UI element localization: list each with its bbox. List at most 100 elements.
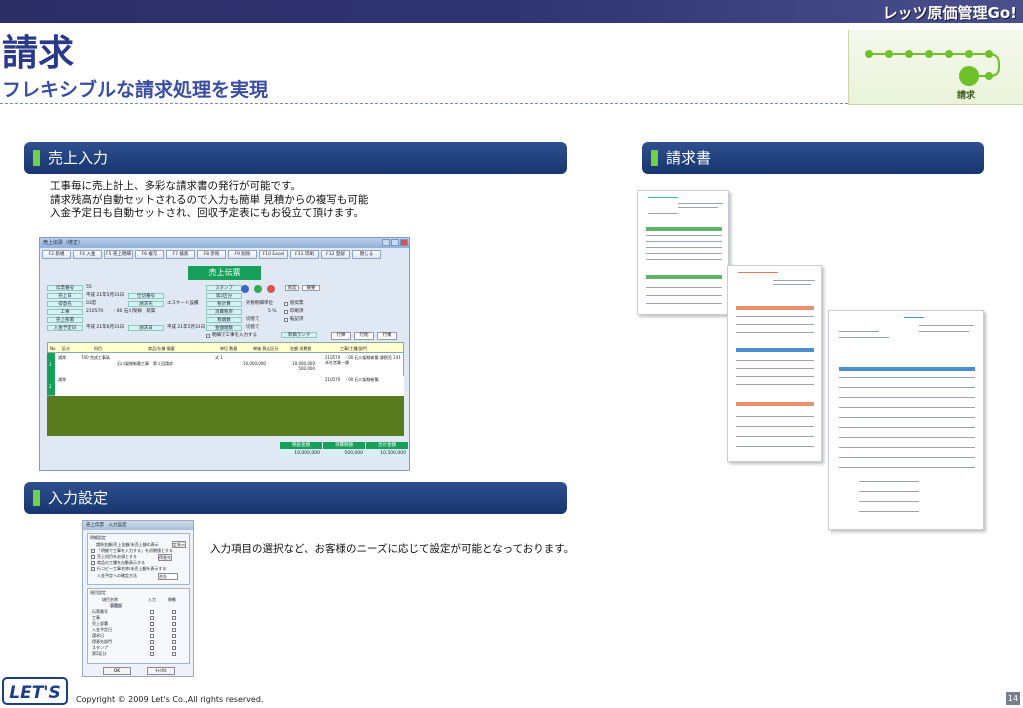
fkey-payment-button[interactable]: F4 入金 [73,250,102,259]
table-row[interactable]: 1 通常 700 完成工事高 石川架線新築工事 第１回請求 式 1 10,000… [49,354,404,376]
field-label: 売上日 [47,293,83,299]
item-name: 売上部署 [92,621,108,626]
progress-indicator: 請求 [848,30,1023,105]
sales-description-line: 入金予定日も自動セットされ、回収予定表にもお役立て頂けます。 [50,207,365,219]
item-move-checkbox[interactable] [172,616,176,620]
top-banner: レッツ原価管理Go! [0,0,1023,23]
grid-header-cell: 商品/仕様 摘要 [148,346,175,351]
close-icon[interactable] [400,239,408,246]
grid-header-cell: 単位 数量 [220,346,238,351]
grid-empty-area [47,396,404,436]
fkey-new-button[interactable]: F2 新規 [42,250,71,259]
option-select[interactable]: 得意先 [158,554,172,561]
option-checkbox[interactable] [91,567,95,571]
stamp-label: 第2区分 [206,293,242,299]
fkey-register-button[interactable]: F12 登録 [321,250,350,259]
checkbox-label: 印刷済 [290,309,304,314]
printed-checkbox[interactable] [284,310,288,314]
delete-row-button[interactable]: 行削 [354,332,374,340]
invoice-thumbnail [727,265,822,462]
row-koji: 210570 - 00 石川架線新築 [325,377,379,382]
copy-row-button[interactable]: 行複 [377,332,397,340]
grid-header-cell: 金額 消費税 [290,346,312,351]
field-value[interactable]: 切捨て [246,317,260,323]
field-value[interactable]: 03宏 [86,301,96,307]
item-input-checkbox[interactable] [150,646,154,650]
fkey-delete-button[interactable]: F9 削除 [228,250,257,259]
minimize-icon[interactable] [382,239,390,246]
item-move-checkbox[interactable] [172,610,176,614]
item-move-checkbox[interactable] [172,622,176,626]
item-move-checkbox[interactable] [172,634,176,638]
field-label: 金額端数 [206,325,242,331]
field-label: 工事 [47,309,83,315]
item-move-checkbox[interactable] [172,628,176,632]
field-value[interactable]: 平成 21年5月31日 [86,293,124,299]
function-key-bar: F2 新規 F4 入金 F5 売上明細 F6 複写 F7 検索 F8 参照 F9… [42,250,381,259]
sales-window-titlebar: 売上伝票（修正） [40,238,409,248]
option-select[interactable]: 合計 [158,573,178,580]
approve-button[interactable]: 承認 [285,285,299,291]
field-value[interactable]: 平成 21年5月31日 [167,325,205,331]
item-move-checkbox[interactable] [172,646,176,650]
stamp-label: スタンプ [206,285,242,291]
field-value[interactable]: 55 [86,285,92,291]
item-input-checkbox[interactable] [150,628,154,632]
field-value[interactable]: 平成 21年6月31日 [86,325,124,331]
item-settings-group: 項目設定 項目名称 入力 移動 表題部 伝票番号 工事 売上部署 入金予定日 請… [87,588,190,664]
item-move-checkbox[interactable] [172,640,176,644]
item-name: 入金予定日 [92,627,112,632]
item-input-checkbox[interactable] [150,640,154,644]
posted-checkbox[interactable] [284,318,288,322]
field-value[interactable]: エスケート設備 [167,301,199,307]
field-label: 税端数 [206,317,242,323]
item-name: 請求日 [92,633,104,638]
summary-button[interactable]: 摘要 [302,285,320,291]
maximize-icon[interactable] [391,239,399,246]
row-kubun: 通常 [58,355,66,360]
row-no: 2 [49,384,52,389]
stamp-green-icon [254,285,262,293]
table-row[interactable]: 2 通常 210570 - 00 石川架線新築 [49,376,404,396]
total-label: 合計金額 [366,442,408,449]
fkey-reference-button[interactable]: F8 参照 [197,250,226,259]
field-value[interactable]: 切捨て [246,325,260,331]
sales-description: 工事毎に売上計上、多彩な請求書の発行が可能です。 請求残高が自動セットされるので… [50,180,368,221]
option-checkbox[interactable] [91,561,95,565]
item-input-checkbox[interactable] [150,610,154,614]
option-label: 行コピー工事名称/未売上額を表示する [97,566,167,571]
field-value[interactable]: 210570 - 00 石川架線 新築 [86,309,155,315]
item-input-checkbox[interactable] [150,622,154,626]
item-header: 移動 [168,597,176,602]
close-button[interactable]: 閉じる [352,250,381,259]
detail-koji-checkbox[interactable] [206,334,210,338]
fkey-print-button[interactable]: F11 印刷 [290,250,319,259]
provisional-checkbox[interactable] [284,302,288,306]
option-label: 「明細で工事を入力する」を初期値とする [97,548,173,553]
sales-window-title: 売上伝票（修正） [43,240,84,246]
row-unit: 式 1 [215,355,223,360]
total-value: 500,000 [323,450,365,457]
fkey-excel-button[interactable]: F10 Excel [259,250,288,259]
insert-row-button[interactable]: 行挿 [331,332,351,340]
option-label: 入金予定への確定方法 [97,573,137,578]
fkey-sales-detail-button[interactable]: F5 売上明細 [104,250,133,259]
rank-label: 単価ランク [281,332,317,338]
fkey-search-button[interactable]: F7 検索 [166,250,195,259]
option-checkbox[interactable] [91,555,95,559]
item-input-checkbox[interactable] [150,652,154,656]
cancel-button[interactable]: ｷｬﾝｾﾙ [147,667,175,675]
ok-button[interactable]: OK [103,667,131,675]
fkey-copy-button[interactable]: F6 複写 [135,250,164,259]
item-input-checkbox[interactable] [150,634,154,638]
item-input-checkbox[interactable] [150,616,154,620]
option-checkbox[interactable] [91,549,95,553]
stamp-value: 外税明細単位 [246,301,273,306]
item-header: 項目名称 [102,597,118,602]
total-value: 10,500,000 [366,450,408,457]
option-select[interactable]: 定表示 [172,541,186,548]
page-title: 請求 [2,33,75,74]
checkbox-label: 転記済 [290,317,304,322]
field-value[interactable]: 5 % [268,309,277,315]
item-move-checkbox[interactable] [172,652,176,656]
